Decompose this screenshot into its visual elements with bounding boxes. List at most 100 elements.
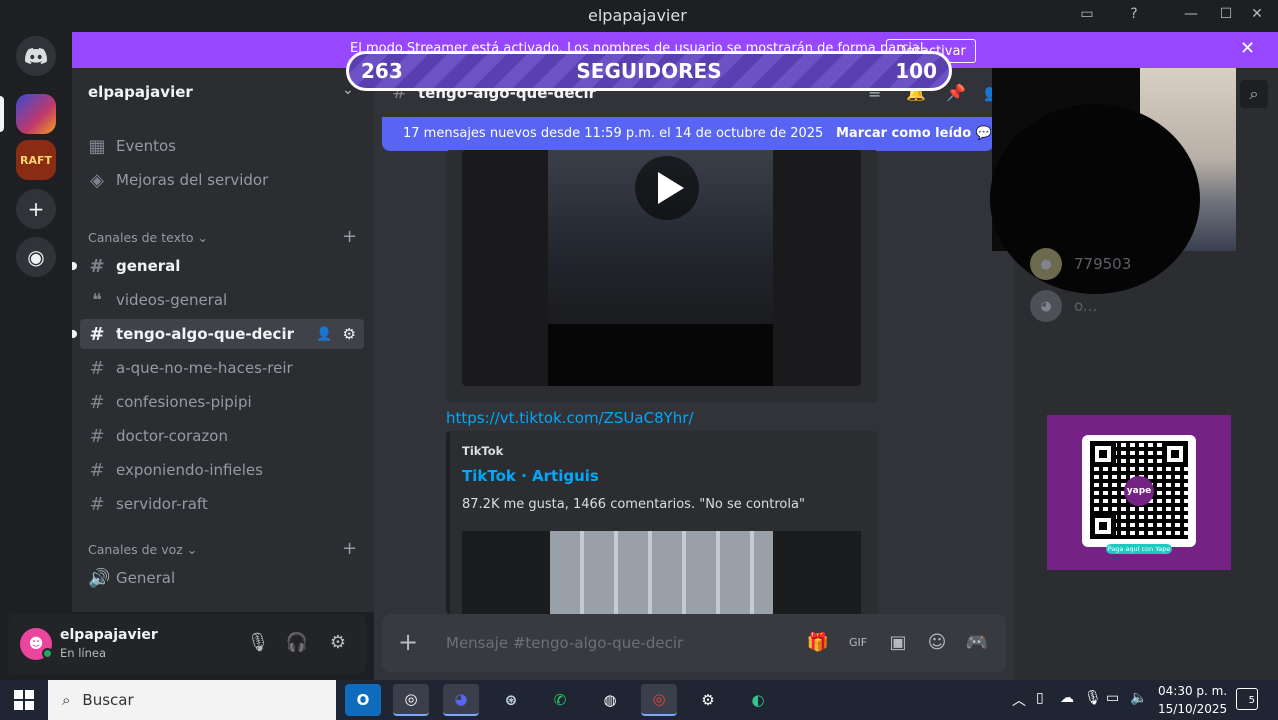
category-label: Canales de texto	[88, 230, 194, 245]
explore-servers-icon[interactable]: ◉	[16, 237, 56, 277]
channel-confesiones-pipipi[interactable]: # confesiones-pipipi	[88, 387, 364, 417]
outlook-icon[interactable]: O	[345, 684, 381, 716]
channel-a-que-no-me-haces-reir[interactable]: # a-que-no-me-haces-reir	[88, 353, 364, 383]
selected-server-indicator	[0, 96, 4, 132]
add-server-icon[interactable]: +	[16, 189, 56, 229]
boost-icon: ◈	[90, 169, 104, 191]
speaker-icon: 🔊	[88, 567, 111, 589]
category-label: Canales de voz	[88, 542, 183, 557]
obs-icon[interactable]: ◍	[592, 684, 628, 716]
channel-label: tengo-algo-que-decir	[116, 325, 294, 343]
volume-icon[interactable]: 🔈	[1130, 690, 1147, 706]
hash-icon: #	[89, 459, 105, 481]
qr-caption: Paga aquí con Yape	[1106, 544, 1172, 554]
onedrive-icon[interactable]: ☁	[1060, 690, 1074, 706]
voice-channel-general[interactable]: 🔊 General	[88, 563, 364, 593]
qr-finder	[1090, 441, 1116, 467]
channel-tengo-algo-que-decir[interactable]: # tengo-algo-que-decir 👤 ⚙	[80, 319, 364, 349]
server-raft-icon[interactable]: RAFT	[16, 140, 56, 180]
play-icon[interactable]	[635, 156, 699, 220]
user-settings-gear-icon[interactable]: ⚙	[326, 632, 350, 653]
server-name[interactable]: elpapajavier	[88, 83, 193, 101]
qr-finder	[1090, 513, 1116, 539]
member-name: o...	[1074, 297, 1098, 315]
calendar-icon: ▦	[88, 135, 106, 157]
hash-icon: #	[89, 493, 105, 515]
sidebar-item-label: Mejoras del servidor	[116, 171, 269, 189]
clock-date[interactable]: 15/10/2025	[1158, 702, 1227, 716]
pin-icon[interactable]: 📌	[946, 83, 966, 102]
help-icon[interactable]: ?	[1123, 6, 1145, 26]
followers-goal: 100	[895, 59, 937, 83]
maximize-button[interactable]: ☐	[1215, 6, 1237, 26]
sticker-icon[interactable]: ▣	[886, 632, 910, 653]
search-icon[interactable]: ⌕	[1240, 80, 1268, 108]
channel-exponiendo-infieles[interactable]: # exponiendo-infieles	[88, 455, 364, 485]
emoji-icon[interactable]: ☺	[925, 632, 949, 653]
member-item[interactable]: ● 779503	[1030, 248, 1131, 280]
channel-label: exponiendo-infieles	[116, 461, 263, 479]
server-elpapajavier-icon[interactable]	[16, 94, 56, 134]
microphone-icon[interactable]: 🎙	[246, 632, 270, 653]
embed-provider: TikTok	[462, 444, 504, 458]
discord-taskbar-icon[interactable]: ◕	[443, 684, 479, 716]
create-text-channel-icon[interactable]: +	[342, 226, 357, 247]
close-icon[interactable]: ✕	[1240, 38, 1255, 59]
username[interactable]: elpapajavier	[60, 627, 158, 643]
mic-tray-icon[interactable]: 🎙	[1084, 690, 1102, 706]
close-window-button[interactable]: ✕	[1246, 6, 1268, 26]
hash-icon: #	[89, 425, 105, 447]
member-item[interactable]: ◕ o...	[1030, 290, 1097, 322]
channel-videos-general[interactable]: ❝ videos-general	[88, 285, 364, 315]
chevron-up-icon[interactable]: ︿	[1012, 690, 1026, 710]
sidebar-item-label: Eventos	[116, 137, 176, 155]
video-frame-dark	[548, 324, 773, 386]
channel-servidor-raft[interactable]: # servidor-raft	[88, 489, 364, 519]
channel-label: general	[116, 257, 181, 275]
taskbar-search[interactable]: ⌕ Buscar	[48, 680, 336, 720]
settings-gear-icon[interactable]: ⚙	[690, 684, 726, 716]
user-panel	[8, 614, 366, 674]
mark-read-icon: 💬	[975, 126, 992, 141]
headphones-icon[interactable]: 🎧	[285, 632, 309, 653]
discord-avatar-icon: ◕	[1030, 290, 1062, 322]
message-input[interactable]: Mensaje #tengo-algo-que-decir	[446, 634, 683, 652]
message-link[interactable]: https://vt.tiktok.com/ZSUaC8Yhr/	[446, 409, 694, 427]
create-voice-channel-icon[interactable]: +	[342, 538, 357, 559]
embed-thumbnail-image	[550, 531, 773, 614]
category-voice-channels[interactable]: Canales de voz ⌄	[88, 542, 197, 557]
gear-icon[interactable]: ⚙	[343, 325, 356, 343]
yape-logo: yape	[1124, 476, 1154, 506]
channel-label: confesiones-pipipi	[116, 393, 252, 411]
minimize-button[interactable]: —	[1180, 6, 1202, 26]
add-attachment-icon[interactable]: +	[398, 628, 418, 656]
network-icon[interactable]: ▭	[1106, 690, 1119, 706]
discord-home-icon[interactable]	[16, 36, 56, 76]
notification-center-icon[interactable]: 5	[1236, 688, 1258, 710]
phone-link-icon[interactable]: ▯	[1036, 690, 1044, 706]
inbox-icon[interactable]: ▭	[1076, 6, 1098, 26]
hash-icon: #	[89, 357, 105, 379]
sidebar-item-server-boosts[interactable]: ◈ Mejoras del servidor	[88, 165, 364, 195]
activities-gamepad-icon[interactable]: 🎮	[965, 632, 989, 653]
sidebar-item-events[interactable]: ▦ Eventos	[88, 131, 364, 161]
gif-icon[interactable]: GIF	[846, 636, 870, 649]
member-name: 779503	[1074, 255, 1132, 273]
invite-icon[interactable]: 👤	[316, 327, 332, 342]
mark-as-read-button[interactable]: Marcar como leído 💬	[836, 126, 992, 141]
chrome-icon[interactable]: ◎	[393, 684, 429, 716]
new-messages-text: 17 mensajes nuevos desde 11:59 p.m. el 1…	[403, 126, 824, 141]
channel-label: videos-general	[116, 291, 228, 309]
gift-icon[interactable]: 🎁	[806, 632, 830, 653]
windows-start-icon[interactable]	[14, 690, 34, 710]
channel-general[interactable]: # general	[88, 251, 364, 281]
chrome-profile-icon[interactable]: ◎	[641, 684, 677, 716]
mark-as-read-label: Marcar como leído	[836, 126, 972, 141]
embed-title[interactable]: TikTok · Artiguis	[462, 467, 599, 485]
whatsapp-icon[interactable]: ✆	[542, 684, 578, 716]
edge-icon[interactable]: ◐	[740, 684, 776, 716]
clock-time[interactable]: 04:30 p. m.	[1158, 684, 1227, 698]
category-text-channels[interactable]: Canales de texto ⌄	[88, 230, 208, 245]
channel-doctor-corazon[interactable]: # doctor-corazon	[88, 421, 364, 451]
steam-icon[interactable]: ⊛	[493, 684, 529, 716]
